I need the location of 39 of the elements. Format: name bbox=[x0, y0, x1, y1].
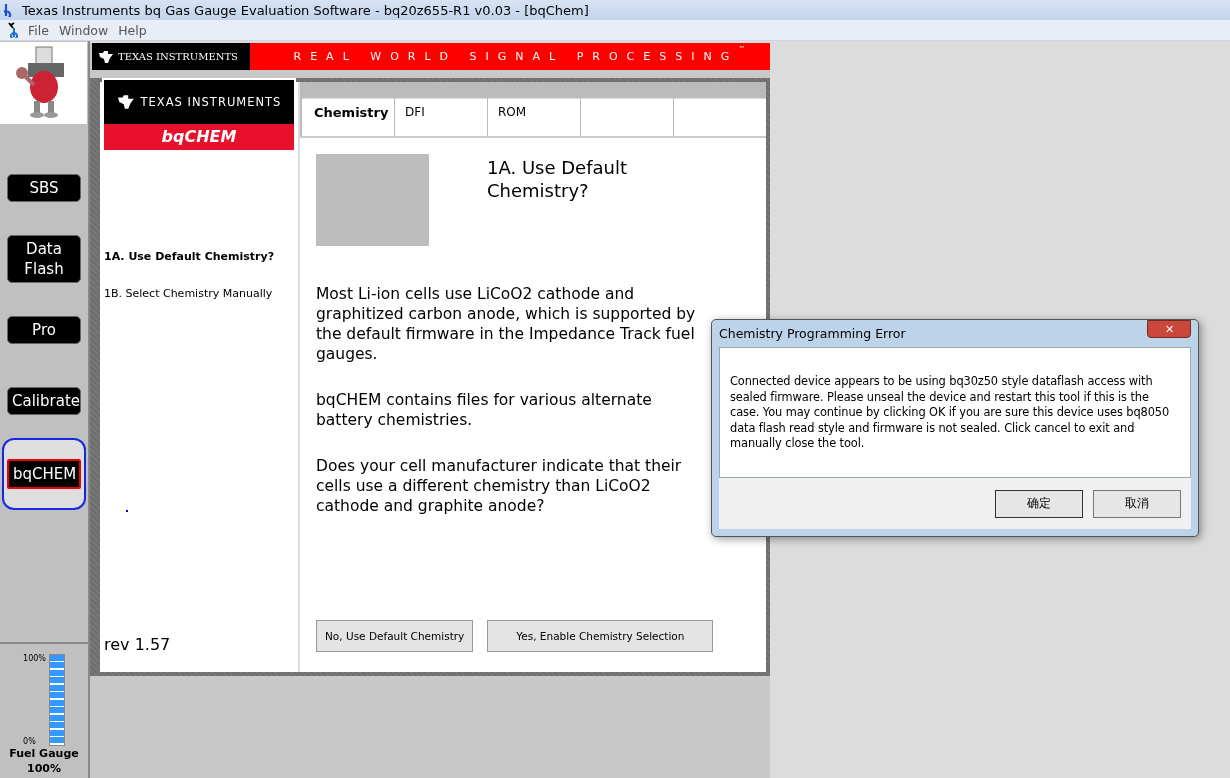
cancel-button[interactable]: 取消 bbox=[1093, 489, 1181, 518]
nav-button[interactable]: SBS bbox=[7, 174, 81, 202]
product-name: bqCHEM bbox=[104, 124, 294, 150]
dialog-message: Connected device appears to be using bq30z50 style dataflash access with sealed firmware. Please unseal the device and restart this tool if this is the case. You may continue by clicking OK if you are sure this device uses bq8050 data flash read style and firmware is not sealed. Click cancel to exit and manually close the tool. bbox=[730, 374, 1171, 452]
paragraph: bqCHEM contains files for various alternate battery chemistries. bbox=[316, 390, 653, 430]
nav-button[interactable]: Data Flash bbox=[7, 235, 81, 283]
window-title: Texas Instruments bq Gas Gauge Evaluation Software - bq20z655-R1 v0.03 - [bqChem] bbox=[22, 2, 589, 18]
gauge-title: Fuel Gauge bbox=[9, 746, 79, 761]
menu-item[interactable]: Window bbox=[58, 22, 109, 38]
step-heading: 1A. Use Default Chemistry? bbox=[487, 156, 628, 203]
action-button[interactable]: Yes, Enable Chemistry Selection bbox=[487, 620, 714, 652]
ti-logo-icon bbox=[116, 94, 135, 110]
menu-item[interactable]: File bbox=[28, 22, 49, 38]
menu-item[interactable]: Help bbox=[118, 22, 147, 38]
close-button[interactable]: ✕ bbox=[1147, 320, 1191, 338]
blank-tab[interactable] bbox=[581, 98, 673, 136]
tab[interactable]: ROM bbox=[488, 98, 580, 136]
step-link[interactable]: 1A. Use Default Chemistry? bbox=[104, 250, 296, 263]
nav-button[interactable]: bqCHEM bbox=[7, 459, 81, 489]
gauge-min-label: 0% bbox=[23, 737, 37, 746]
gauge-reading: 100% bbox=[27, 761, 61, 776]
ti-logo-icon bbox=[98, 49, 114, 64]
tab[interactable]: DFI bbox=[395, 98, 487, 136]
nav-button[interactable]: Calibrate bbox=[7, 387, 81, 415]
blank-tab[interactable] bbox=[674, 98, 766, 136]
gauge-max-label: 100% bbox=[23, 654, 46, 663]
tab[interactable]: Chemistry bbox=[302, 98, 394, 136]
logo-text: TEXAS INSTRUMENTS bbox=[140, 95, 282, 109]
action-button[interactable]: No, Use Default Chemistry bbox=[316, 620, 474, 652]
revision-label: rev 1.57 bbox=[103, 635, 172, 654]
banner-logo-text: TEXAS INSTRUMENTS bbox=[118, 51, 238, 62]
dot-mark bbox=[126, 510, 128, 512]
paragraph: Most Li-ion cells use LiCoO2 cathode and graphitized carbon anode, which is supported by the default firmware in the Impedance Track fuel gauges. bbox=[316, 284, 697, 364]
step-link[interactable]: 1B. Select Chemistry Manually bbox=[104, 287, 296, 300]
ok-button[interactable]: 确定 bbox=[995, 489, 1083, 518]
banner-slogan: REAL WORLD SIGNAL PROCESSING bbox=[293, 50, 739, 63]
dialog-title: Chemistry Programming Error bbox=[719, 326, 906, 341]
paragraph: Does your cell manufacturer indicate that their cells use a different chemistry than LiCoO2 cathode and graphite anode? bbox=[316, 456, 683, 516]
nav-button[interactable]: Pro bbox=[7, 316, 81, 344]
